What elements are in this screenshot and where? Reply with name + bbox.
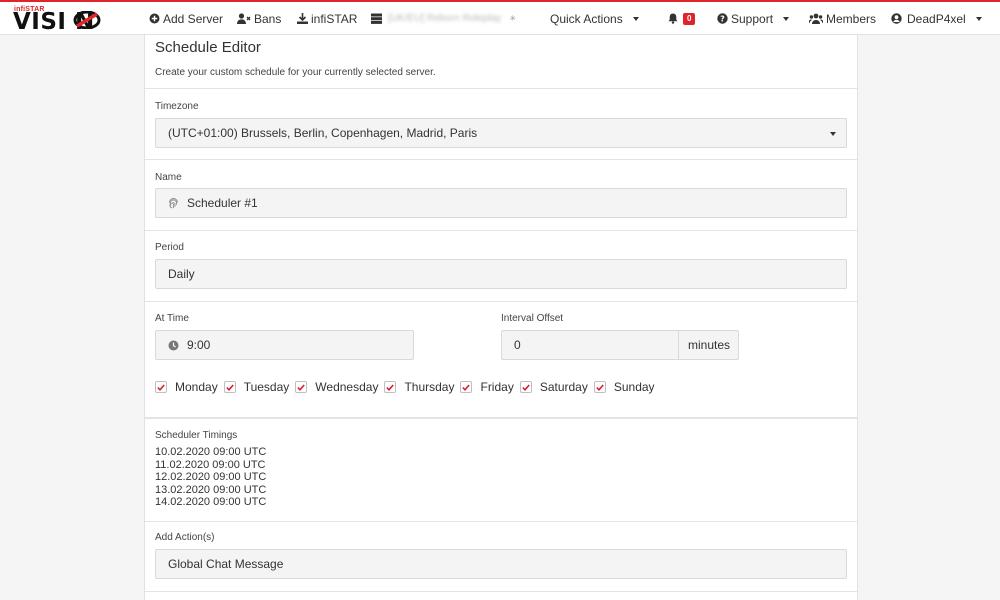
wednesday-checkbox[interactable] (295, 381, 308, 393)
actions-label: Add Action(s) (155, 532, 215, 543)
chevron-down-icon (632, 16, 639, 21)
period-select[interactable]: Daily (155, 259, 847, 289)
svg-text:?: ? (720, 14, 725, 23)
bell-icon (668, 13, 678, 24)
timezone-label: Timezone (155, 101, 199, 112)
check-icon (596, 383, 604, 391)
sunday-label: Sunday (613, 380, 655, 394)
actions-section: Add Action(s) Global Chat Message (145, 522, 857, 592)
interval-offset-input[interactable]: 0 (501, 330, 679, 360)
nav-quick-actions[interactable]: Quick Actions (550, 2, 639, 35)
chevron-down-icon (830, 132, 836, 136)
timing-item: 11.02.2020 09:00 UTC (155, 458, 266, 471)
schedule-editor-card: Schedule Editor Create your custom sched… (144, 35, 858, 600)
user-name: DeadP4xel (907, 11, 966, 26)
timings-list: 10.02.2020 09:00 UTC 11.02.2020 09:00 UT… (155, 446, 266, 509)
nav-add-server[interactable]: Add Server (149, 2, 223, 35)
period-label: Period (155, 242, 184, 253)
chevron-down-icon (975, 16, 982, 21)
nav-support-label: Support (731, 11, 774, 26)
logo-o-mark-icon (73, 11, 101, 29)
thursday-label: Thursday (404, 380, 455, 394)
name-label: Name (155, 172, 182, 183)
page-subtitle: Create your custom schedule for your cur… (155, 67, 436, 78)
nav-notifications[interactable]: 0 (668, 2, 696, 35)
actions-select[interactable]: Global Chat Message (155, 549, 847, 579)
weekday-checkboxes: Monday Tuesday Wednesday Thursday Friday… (155, 380, 661, 394)
actions-value: Global Chat Message (168, 557, 284, 571)
nav-user-menu[interactable]: DeadP4xel (891, 2, 982, 35)
thursday-checkbox[interactable] (384, 381, 397, 393)
friday-label: Friday (480, 380, 514, 394)
saturday-checkbox[interactable] (519, 381, 532, 393)
monday-label: Monday (175, 380, 218, 394)
minutes-addon: minutes (678, 330, 739, 360)
timing-item: 12.02.2020 09:00 UTC (155, 471, 267, 484)
saturday-label: Saturday (539, 380, 588, 394)
period-section: Period Daily (145, 231, 857, 302)
chevron-down-icon (783, 16, 790, 21)
timing-item: 14.02.2020 09:00 UTC (155, 496, 267, 509)
at-time-value: 9:00 (187, 338, 211, 352)
timezone-select[interactable]: (UTC+01:00) Brussels, Berlin, Copenhagen… (155, 118, 847, 148)
timezone-section: Timezone (UTC+01:00) Brussels, Berlin, C… (145, 89, 857, 160)
name-section: Name Scheduler #1 (145, 160, 857, 231)
check-icon (297, 383, 306, 391)
user-ban-icon (237, 13, 251, 24)
check-icon (522, 383, 530, 391)
nav-members-label: Members (826, 11, 877, 26)
nav-infistar-label: infiSTAR (311, 11, 358, 26)
tuesday-label: Tuesday (243, 380, 290, 394)
fingerprint-icon (168, 197, 179, 209)
notification-count-badge: 0 (683, 12, 696, 25)
check-icon (157, 383, 165, 391)
nav-members[interactable]: Members (809, 2, 876, 35)
clock-icon (168, 340, 179, 351)
tuesday-checkbox[interactable] (223, 381, 236, 393)
server-icon (371, 13, 382, 24)
name-input[interactable]: Scheduler #1 (155, 188, 847, 218)
nav-infistar[interactable]: infiSTAR (297, 2, 357, 35)
check-icon (386, 383, 395, 391)
question-circle-icon: ? (717, 13, 728, 24)
top-navbar: infiSTAR VISI N Add Server Bans infiSTAR… (0, 2, 1000, 35)
check-icon (462, 383, 471, 391)
wednesday-label: Wednesday (315, 380, 379, 394)
nav-bans-label: Bans (254, 11, 282, 26)
timings-label: Scheduler Timings (155, 430, 238, 441)
users-icon (809, 13, 823, 24)
download-icon (297, 13, 308, 24)
nav-server-selector[interactable]: [UK/EU] Reborn Roleplay ✳ (371, 2, 516, 35)
at-time-label: At Time (155, 313, 189, 324)
monday-checkbox[interactable] (155, 381, 167, 393)
editor-header: Schedule Editor Create your custom sched… (145, 35, 857, 89)
time-section: At Time 9:00 Interval Offset 0 minutes (145, 302, 857, 418)
vision-logo[interactable]: infiSTAR VISI N (13, 5, 128, 35)
at-time-input[interactable]: 9:00 (155, 330, 414, 360)
interval-offset-label: Interval Offset (501, 313, 564, 324)
nav-bans[interactable]: Bans (237, 2, 281, 35)
timing-item: 13.02.2020 09:00 UTC (155, 483, 267, 496)
name-value: Scheduler #1 (187, 196, 258, 210)
page-title: Schedule Editor (155, 39, 261, 56)
nav-support[interactable]: ? Support (717, 2, 790, 35)
sunday-checkbox[interactable] (593, 381, 606, 393)
nav-add-server-label: Add Server (163, 11, 224, 26)
server-name: [UK/EU] Reborn Roleplay (388, 13, 502, 24)
interval-offset-value: 0 (514, 338, 521, 352)
nav-quick-actions-label: Quick Actions (550, 11, 623, 26)
plus-circle-icon (149, 13, 160, 24)
timing-item: 10.02.2020 09:00 UTC (155, 446, 267, 458)
period-value: Daily (168, 267, 195, 281)
server-status-icon: ✳ (509, 14, 517, 23)
check-icon (225, 383, 234, 391)
user-circle-icon (891, 13, 902, 24)
friday-checkbox[interactable] (460, 381, 473, 393)
timezone-value: (UTC+01:00) Brussels, Berlin, Copenhagen… (168, 126, 478, 140)
interval-offset-unit: minutes (688, 338, 731, 352)
